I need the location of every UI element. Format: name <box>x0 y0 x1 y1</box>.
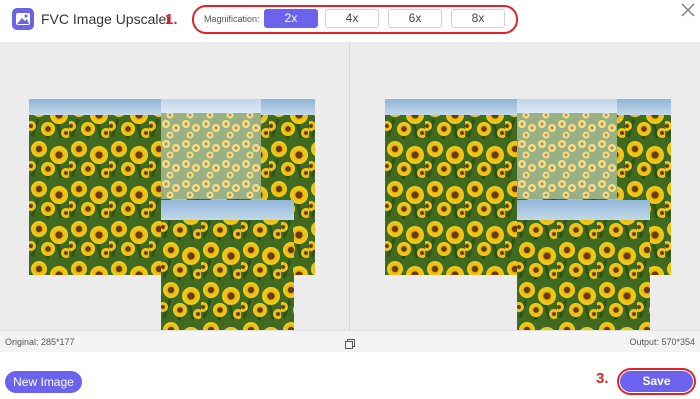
magnification-8x-button[interactable]: 8x <box>451 9 505 28</box>
step-marker-1: 1. <box>165 11 178 28</box>
magnification-4x-button[interactable]: 4x <box>325 9 379 28</box>
magnification-6x-button[interactable]: 6x <box>388 9 442 28</box>
output-size-text: Output: 570*354 <box>629 337 695 347</box>
tile-preview-faded <box>161 99 261 199</box>
app-title: FVC Image Upscaler <box>41 11 171 27</box>
status-bar: Original: 285*177 Output: 570*354 <box>0 330 700 352</box>
new-image-button[interactable]: New Image <box>5 371 82 393</box>
close-icon[interactable] <box>678 0 698 20</box>
output-tile-preview-detail <box>517 200 650 331</box>
magnification-label: Magnification: <box>204 14 260 24</box>
original-size-text: Original: 285*177 <box>5 337 75 347</box>
pane-divider[interactable] <box>349 42 350 330</box>
step-marker-3: 3. <box>596 370 609 387</box>
tile-preview-detail <box>161 200 294 331</box>
header-bar: FVC Image Upscaler 1. Magnification: 2x … <box>0 0 700 40</box>
fvc-image-upscaler-window: FVC Image Upscaler 1. Magnification: 2x … <box>0 0 700 399</box>
preview-area <box>0 42 700 331</box>
magnification-2x-button[interactable]: 2x <box>264 9 318 28</box>
compare-icon[interactable] <box>345 336 355 349</box>
output-tile-preview-faded <box>517 99 617 199</box>
save-button[interactable]: Save <box>620 371 693 392</box>
app-logo-icon <box>12 8 34 30</box>
